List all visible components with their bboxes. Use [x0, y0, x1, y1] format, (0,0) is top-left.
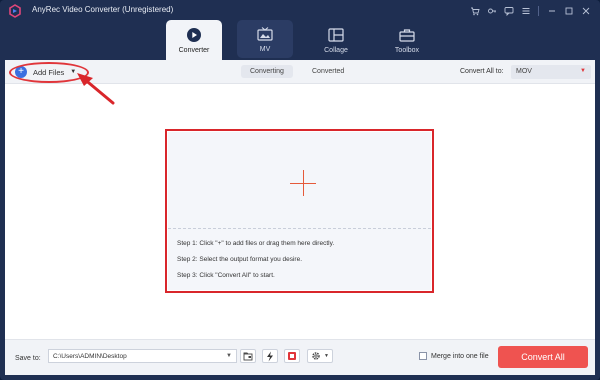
- settings-button[interactable]: ▼: [307, 349, 333, 363]
- chevron-down-icon: ▼: [580, 68, 586, 74]
- open-folder-button[interactable]: [240, 349, 256, 363]
- step-1-text: Step 1: Click "+" to add files or drag t…: [177, 240, 335, 247]
- app-logo-icon: [9, 4, 21, 18]
- chevron-down-icon: ▼: [324, 353, 329, 359]
- maximize-icon[interactable]: [560, 3, 577, 19]
- collage-icon: [328, 27, 344, 43]
- toolbox-icon: [399, 27, 415, 43]
- mv-icon: [257, 26, 273, 42]
- tab-converter[interactable]: Converter: [166, 20, 222, 60]
- key-icon[interactable]: [483, 3, 500, 19]
- converter-icon: [186, 27, 202, 43]
- main-nav: Converter MV Collage Toolbox: [0, 20, 600, 60]
- merge-label: Merge into one file: [431, 353, 489, 360]
- output-format-select[interactable]: MOV ▼: [511, 65, 591, 79]
- chevron-down-icon: ▼: [226, 353, 232, 359]
- gpu-accel-button[interactable]: [284, 349, 300, 363]
- convert-all-to-label: Convert All to:: [460, 68, 504, 75]
- tab-collage-label: Collage: [324, 46, 348, 54]
- annotation-arrow-icon: [77, 73, 115, 105]
- lightning-icon: [267, 351, 273, 361]
- close-icon[interactable]: [577, 3, 594, 19]
- window-title: AnyRec Video Converter (Unregistered): [32, 5, 174, 14]
- add-plus-icon-vertical: [303, 170, 304, 196]
- tab-mv[interactable]: MV: [237, 20, 293, 58]
- tab-toolbox-label: Toolbox: [394, 46, 420, 54]
- tab-converted[interactable]: Converted: [303, 65, 353, 78]
- title-bar: AnyRec Video Converter (Unregistered): [0, 0, 600, 22]
- merge-checkbox[interactable]: [419, 352, 427, 360]
- tab-mv-label: MV: [259, 45, 271, 53]
- bottom-bar: Save to: C:\Users\ADMIN\Desktop ▼ ▼ Merg…: [5, 339, 595, 375]
- hardware-accel-button[interactable]: [262, 349, 278, 363]
- tab-toolbox[interactable]: Toolbox: [379, 20, 435, 60]
- minimize-icon[interactable]: [543, 3, 560, 19]
- titlebar-divider: [538, 6, 539, 16]
- cart-icon[interactable]: [466, 3, 483, 19]
- tab-converter-label: Converter: [178, 46, 210, 54]
- output-format-value: MOV: [516, 68, 532, 75]
- feedback-icon[interactable]: [500, 3, 517, 19]
- save-to-label: Save to:: [15, 355, 41, 362]
- save-path-select[interactable]: C:\Users\ADMIN\Desktop ▼: [48, 349, 237, 363]
- tab-converting[interactable]: Converting: [241, 65, 293, 78]
- tab-collage[interactable]: Collage: [308, 20, 364, 60]
- step-3-text: Step 3: Click "Convert All" to start.: [177, 272, 275, 279]
- gpu-icon: [288, 352, 296, 360]
- step-2-text: Step 2: Select the output format you des…: [177, 256, 303, 263]
- drop-zone[interactable]: Step 1: Click "+" to add files or drag t…: [168, 132, 431, 290]
- folder-icon: [243, 352, 253, 360]
- drop-zone-divider: [168, 228, 431, 229]
- convert-all-label: Convert All: [521, 352, 565, 362]
- converter-panel: + Add Files ▼ Converting Converted Conve…: [5, 60, 595, 375]
- menu-icon[interactable]: [517, 3, 534, 19]
- app-window: AnyRec Video Converter (Unregistered) Co…: [0, 0, 600, 380]
- gear-icon: [312, 352, 320, 360]
- save-path-value: C:\Users\ADMIN\Desktop: [53, 353, 127, 360]
- convert-all-button[interactable]: Convert All: [498, 346, 588, 368]
